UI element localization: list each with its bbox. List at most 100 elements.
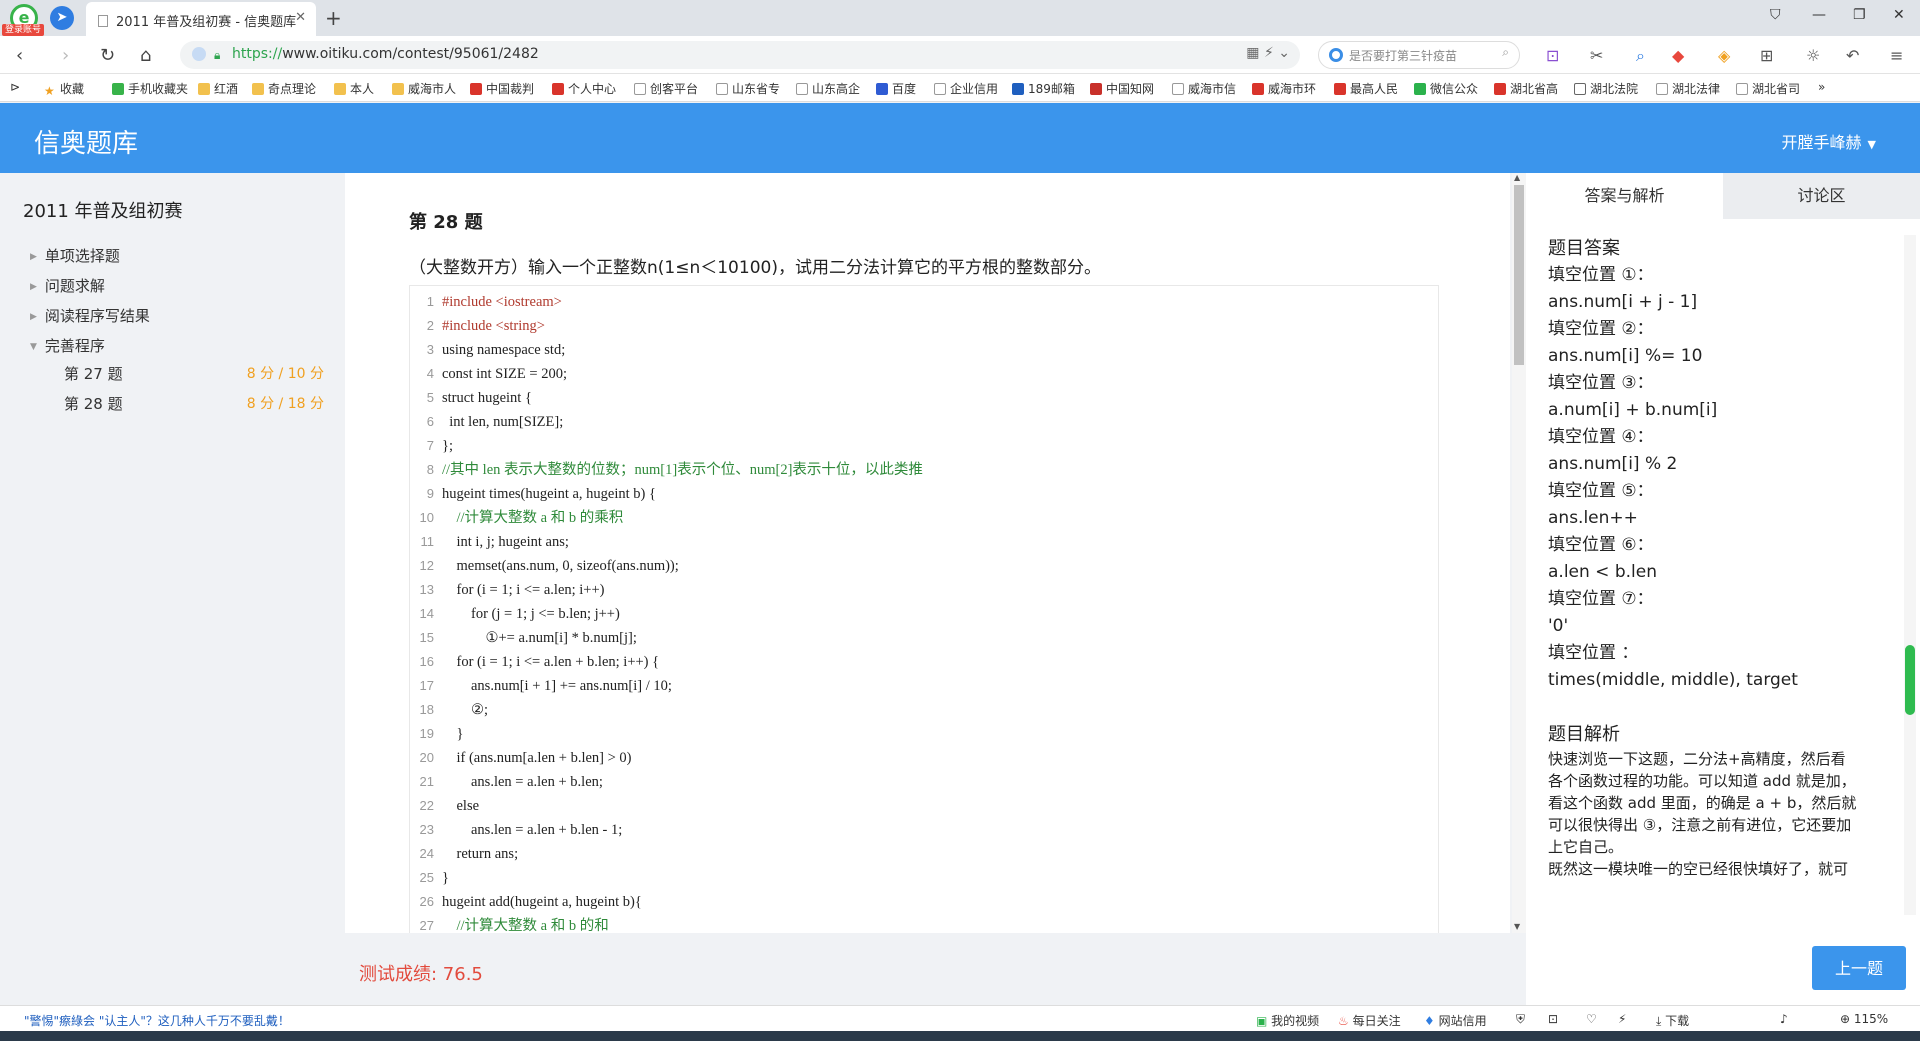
close-window-icon[interactable]: ✕: [1893, 7, 1905, 23]
new-tab-icon[interactable]: +: [325, 6, 342, 30]
bookmark-item[interactable]: 中国知网: [1090, 80, 1154, 97]
bookmark-item[interactable]: 湖北省高: [1494, 80, 1558, 97]
tab-discussion[interactable]: 讨论区: [1723, 173, 1920, 219]
bookmark-item[interactable]: 威海市人: [392, 80, 456, 97]
problem-28-item[interactable]: 第 28 题 8 分 / 18 分: [64, 393, 324, 414]
reload-icon[interactable]: ↻: [100, 45, 115, 66]
problem-score: 8 分 / 10 分: [246, 366, 324, 382]
download-link[interactable]: ⤓ 下载: [1656, 1012, 1689, 1029]
scrollbar-thumb[interactable]: [1514, 185, 1524, 365]
code-line: 8 //其中 len 表示大整数的位数；num[1]表示个位、num[2]表示十位…: [410, 458, 1438, 482]
news-ticker[interactable]: "警惕"瘵綠会 "认主人"？这几种人千万不要乱戴！: [24, 1012, 290, 1029]
site-credit-link[interactable]: ♦ 网站信用: [1424, 1012, 1487, 1029]
browser-tab[interactable]: 2011 年普及组初赛 - 信奥题库 ✕: [86, 2, 316, 36]
zoom-level[interactable]: ⊕ 115%: [1840, 1012, 1888, 1026]
section-complete-program[interactable]: ▼ 完善程序: [30, 335, 105, 356]
back-icon[interactable]: ‹: [16, 45, 23, 66]
bookmark-item[interactable]: 创客平台: [634, 80, 698, 97]
section-problem-solving[interactable]: ▶ 问题求解: [30, 275, 105, 296]
bookmark-item[interactable]: 手机收藏夹: [112, 80, 188, 97]
user-menu[interactable]: 开膛手峰赫 ▼: [1782, 129, 1876, 153]
contest-sidebar: 2011 年普及组初赛 ▶ 单项选择题 ▶ 问题求解 ▶ 阅读程序写结果 ▼ 完善程序 …: [0, 173, 345, 1005]
scrollbar-thumb[interactable]: [1905, 645, 1915, 715]
my-videos-link[interactable]: ▣ 我的视频: [1256, 1012, 1319, 1029]
find-icon[interactable]: ⌕: [1636, 46, 1645, 66]
analysis-text: 快速浏览一下这题，二分法+高精度，然后看 各个函数过程的功能。可以知道 add 就…: [1548, 748, 1888, 880]
line-number: 4: [426, 366, 434, 381]
main-scrollbar[interactable]: ▲ ▼: [1512, 173, 1526, 933]
apps-grid-icon[interactable]: ⊞: [1760, 46, 1773, 65]
url-input[interactable]: 🔒︎ https://www.oitiku.com/contest/95061/…: [180, 41, 1300, 69]
daily-focus-link[interactable]: ♨ 每日关注: [1338, 1012, 1401, 1029]
code-line: 4 const int SIZE = 200;: [410, 362, 1438, 386]
analysis-line: 上它自己。: [1548, 838, 1624, 856]
search-icon[interactable]: ⌕: [1502, 45, 1509, 60]
heart-icon[interactable]: ♡: [1586, 1012, 1597, 1026]
translate-icon[interactable]: ⊡: [1546, 46, 1559, 65]
scissors-icon[interactable]: ✂: [1590, 46, 1603, 65]
sidebar-toggle-icon[interactable]: ⊳: [10, 80, 20, 94]
answer-scrollbar[interactable]: [1904, 235, 1916, 915]
folder-icon: [392, 83, 404, 95]
bookmark-item[interactable]: 189邮箱: [1012, 80, 1075, 97]
code-text: int len, num[SIZE];: [442, 414, 564, 430]
bookmark-item[interactable]: 山东省专: [716, 80, 780, 97]
url-actions-icon[interactable]: ▦ ⚡ ⌄: [1246, 45, 1290, 61]
speed-icon[interactable]: ⚡: [1618, 1012, 1626, 1026]
problem-27-item[interactable]: 第 27 题 8 分 / 10 分: [64, 363, 324, 384]
screenshot-icon[interactable]: ⊡: [1548, 1012, 1558, 1026]
code-text: ②;: [442, 702, 489, 718]
code-text: ans.len = a.len + b.len - 1;: [442, 822, 623, 838]
windows-taskbar: [0, 1031, 1920, 1041]
undo-icon[interactable]: ↶: [1846, 46, 1859, 65]
more-bookmarks-icon[interactable]: »: [1818, 80, 1825, 94]
section-read-program[interactable]: ▶ 阅读程序写结果: [30, 305, 150, 326]
previous-question-button[interactable]: 上一题: [1812, 946, 1906, 990]
bookmark-item[interactable]: 最高人民: [1334, 80, 1398, 97]
home-icon[interactable]: ⌂: [140, 45, 151, 66]
code-line: 19 }: [410, 722, 1438, 746]
bookmark-item[interactable]: 本人: [334, 80, 374, 97]
bookmark-item[interactable]: 湖北法院: [1574, 80, 1638, 97]
code-text: return ans;: [442, 846, 519, 862]
tab-answer-analysis[interactable]: 答案与解析: [1526, 173, 1723, 219]
line-number: 22: [419, 798, 434, 813]
answer-value: ans.num[i + j - 1]: [1548, 292, 1698, 312]
line-number: 16: [419, 654, 434, 669]
bookmark-item[interactable]: 红酒: [198, 80, 238, 97]
scroll-down-icon[interactable]: ▼: [1514, 922, 1520, 931]
shirt-icon[interactable]: ⛉: [1770, 7, 1781, 23]
bookmark-item[interactable]: 微信公众: [1414, 80, 1478, 97]
section-single-choice[interactable]: ▶ 单项选择题: [30, 245, 120, 266]
restore-icon[interactable]: ❐: [1853, 7, 1866, 23]
line-number: 7: [426, 438, 434, 453]
close-tab-icon[interactable]: ✕: [295, 10, 306, 25]
shield-icon[interactable]: ⛨: [1516, 1012, 1525, 1027]
line-number: 24: [419, 846, 434, 861]
bookmark-item[interactable]: 湖北法律: [1656, 80, 1720, 97]
bookmark-item[interactable]: 威海市环: [1252, 80, 1316, 97]
scroll-up-icon[interactable]: ▲: [1514, 173, 1520, 182]
login-badge[interactable]: 登录账号: [2, 24, 45, 36]
bookmark-item[interactable]: ★ 收藏: [44, 80, 84, 98]
bookmark-item[interactable]: 奇点理论: [252, 80, 316, 97]
minimize-icon[interactable]: —: [1812, 7, 1826, 23]
bookmark-item[interactable]: 百度: [876, 80, 916, 97]
navigation-icon[interactable]: ➤: [50, 6, 74, 30]
wallet-icon[interactable]: ◈: [1718, 46, 1730, 65]
forward-icon[interactable]: ›: [62, 45, 69, 66]
volume-icon[interactable]: ♪: [1780, 1012, 1788, 1026]
bookmark-item[interactable]: 威海市信: [1172, 80, 1236, 97]
search-input[interactable]: 是否要打第三针疫苗 ⌕: [1318, 41, 1520, 69]
answer-content: 题目答案 填空位置 ①： ans.num[i + j - 1] 填空位置 ②： ans…: [1548, 235, 1888, 880]
game-icon[interactable]: ◆: [1672, 46, 1684, 65]
bookmark-item[interactable]: 中国裁判: [470, 80, 534, 97]
bookmark-item[interactable]: 湖北省司: [1736, 80, 1800, 97]
line-number: 9: [426, 486, 434, 501]
bookmark-item[interactable]: 个人中心: [552, 80, 616, 97]
bookmark-item[interactable]: 企业信用: [934, 80, 998, 97]
brightness-icon[interactable]: ☼: [1806, 46, 1820, 65]
menu-icon[interactable]: ≡: [1890, 46, 1903, 65]
site-title[interactable]: 信奥题库: [34, 123, 138, 160]
bookmark-item[interactable]: 山东高企: [796, 80, 860, 97]
